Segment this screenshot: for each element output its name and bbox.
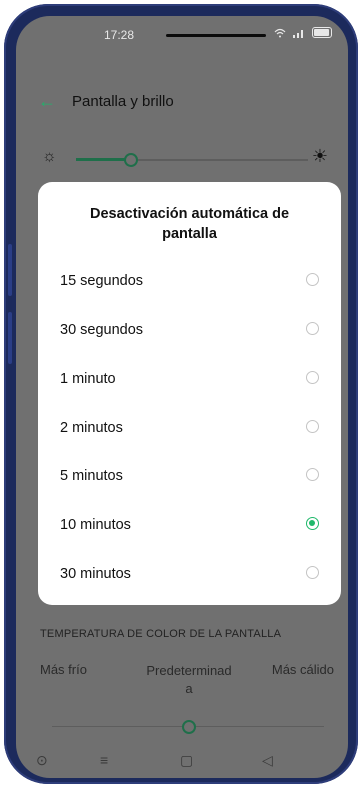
sun-large-icon: ☀ [311,146,328,166]
temperature-thumb[interactable] [182,720,196,734]
navigation-bar: ⊙ ≡ ▢ ◁ [16,752,348,778]
status-icons [274,27,332,38]
brightness-thumb[interactable] [124,153,138,167]
cold-label: Más frío [40,662,87,677]
radio-button[interactable] [306,273,319,286]
dialog-title: Desactivación automática de pantalla [89,206,290,242]
status-bar: 17:28 [16,16,348,52]
status-time: 17:28 [104,28,135,42]
signal-icon [293,29,303,38]
radio-button[interactable] [306,322,319,335]
option-label: 10 minutos [60,517,131,533]
volume-down-button [8,312,12,364]
back-icon[interactable]: ◁ [262,752,273,769]
sun-small-icon: ☼ [42,148,57,165]
option-10-minutes[interactable]: 10 minutos [38,506,341,546]
back-arrow-icon[interactable]: ← [38,91,58,112]
option-label: 30 minutos [60,566,131,582]
option-label: 15 segundos [60,273,144,289]
volume-up-button [8,244,12,296]
option-30-seconds[interactable]: 30 segundos [38,311,341,351]
option-label: 1 minuto [60,371,116,387]
home-icon[interactable]: ▢ [180,752,193,769]
option-1-minute[interactable]: 1 minuto [38,360,341,400]
radio-button[interactable] [306,371,319,384]
brightness-slider[interactable]: ☼ ☀ [16,146,348,170]
radio-button-selected[interactable] [306,517,319,530]
default-label: Predeterminad a [146,663,232,696]
brightness-fill [76,158,126,161]
battery-icon [312,27,332,38]
screen-timeout-dialog: Desactivación automática de pantalla 15 … [38,182,341,605]
radio-button[interactable] [306,566,319,579]
page-header: ← Pantalla y brillo [16,86,348,116]
option-15-seconds[interactable]: 15 segundos [38,262,341,302]
accessibility-icon[interactable]: ⊙ [36,752,48,769]
option-30-minutes[interactable]: 30 minutos [38,555,341,595]
option-2-minutes[interactable]: 2 minutos [38,409,341,449]
option-label: 30 segundos [60,322,144,338]
warm-label: Más cálido [271,662,334,677]
page-title: Pantalla y brillo [72,92,174,110]
option-label: 5 minutos [60,468,123,484]
screen: 17:28 ← Pantalla y brillo ☼ ☀ TEMPERATUR… [16,16,348,778]
wifi-icon [274,28,286,37]
menu-icon[interactable]: ≡ [100,752,108,768]
option-label: 2 minutos [60,420,123,436]
color-temperature-title: TEMPERATURA DE COLOR DE LA PANTALLA [40,628,282,640]
option-5-minutes[interactable]: 5 minutos [38,457,341,497]
radio-button[interactable] [306,420,319,433]
radio-button[interactable] [306,468,319,481]
